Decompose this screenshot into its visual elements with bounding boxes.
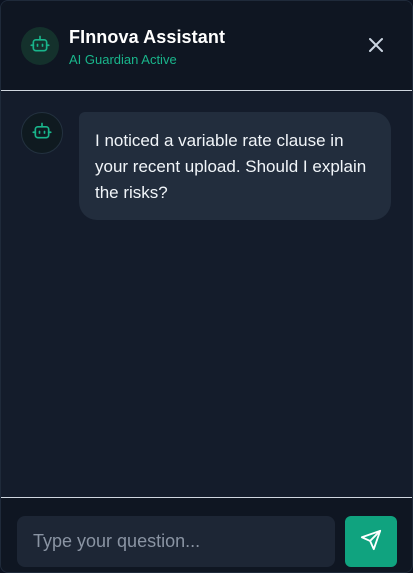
robot-icon [32, 121, 52, 146]
assistant-title: FInnova Assistant [69, 27, 226, 47]
chat-widget: FInnova Assistant AI Guardian Active I n… [0, 0, 413, 573]
robot-icon [30, 34, 50, 59]
chat-composer [1, 497, 412, 572]
assistant-status: AI Guardian Active [69, 52, 177, 67]
send-button[interactable] [345, 516, 397, 567]
message-avatar [21, 112, 63, 154]
assistant-message-bubble: I noticed a variable rate clause in your… [79, 112, 391, 220]
message-input[interactable] [17, 516, 335, 567]
close-icon [368, 37, 384, 58]
close-button[interactable] [365, 36, 387, 58]
assistant-avatar [21, 27, 59, 65]
chat-header: FInnova Assistant AI Guardian Active [1, 1, 412, 91]
send-icon [360, 529, 382, 554]
message-list[interactable]: I noticed a variable rate clause in your… [1, 92, 412, 497]
